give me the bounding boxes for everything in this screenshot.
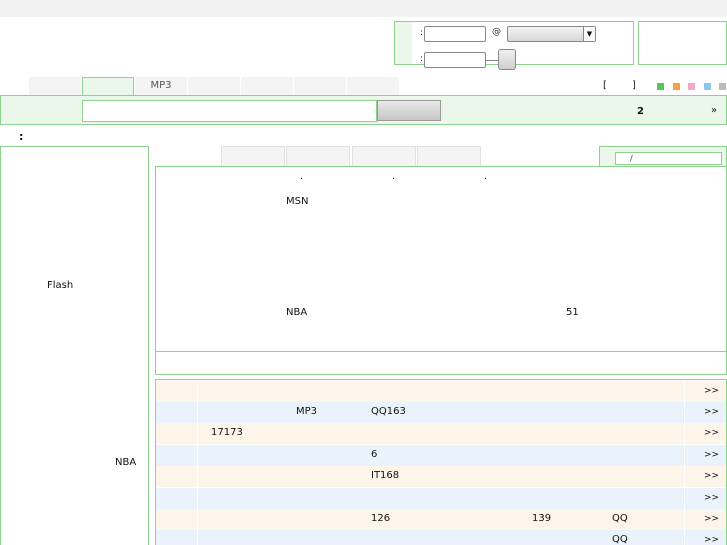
- more-link[interactable]: >>: [704, 450, 719, 460]
- tab-3[interactable]: [188, 77, 241, 95]
- row-link[interactable]: 139: [532, 513, 551, 524]
- search-bar: 2 »: [0, 95, 727, 125]
- more-link[interactable]: >>: [704, 407, 719, 417]
- login-panel: : @ ▼ :: [394, 21, 634, 70]
- row-category-cell: [156, 445, 198, 466]
- skin-bracket-close: ]: [632, 80, 636, 91]
- chevron-down-icon[interactable]: ▼: [583, 27, 595, 41]
- row-link[interactable]: QQ: [612, 534, 628, 545]
- next-link[interactable]: »: [711, 105, 717, 116]
- tab-mp3[interactable]: MP3: [135, 77, 188, 95]
- mail-domain-select[interactable]: ▼: [507, 26, 596, 42]
- news-dot-2: .: [392, 171, 396, 182]
- tab-4[interactable]: [241, 77, 294, 95]
- link-list: >> MP3 QQ163 >> 17173 >> 6 >> IT168 >> >> 126 139 QQ >…: [155, 379, 727, 545]
- connector-line: [486, 60, 498, 61]
- table-row: MP3 QQ163 >>: [156, 402, 726, 423]
- skin-swatch-green[interactable]: [657, 83, 664, 90]
- skin-bracket-open: [: [603, 80, 607, 91]
- table-row: 6 >>: [156, 445, 726, 466]
- table-row: IT168 >>: [156, 466, 726, 487]
- news-tab-3[interactable]: [417, 146, 481, 166]
- skin-swatch-gray[interactable]: [719, 83, 726, 90]
- skin-swatch-orange[interactable]: [673, 83, 680, 90]
- top-bar: [0, 0, 727, 17]
- row-link[interactable]: MP3: [296, 406, 317, 417]
- left-sidebar: [0, 146, 149, 545]
- more-link[interactable]: >>: [704, 514, 719, 524]
- at-sign: @: [492, 27, 501, 37]
- tab-0[interactable]: [29, 77, 82, 95]
- row-category-cell: [156, 381, 198, 402]
- row-category-cell: [156, 423, 198, 444]
- news-footer: [155, 351, 727, 375]
- news-dot-3: .: [484, 171, 488, 182]
- tab-1-active[interactable]: [82, 77, 134, 96]
- more-link[interactable]: >>: [704, 493, 719, 503]
- row-category-cell: [156, 488, 198, 509]
- row-category-cell: [156, 466, 198, 487]
- username-label: :: [420, 28, 424, 38]
- password-label: :: [420, 54, 424, 64]
- more-link[interactable]: >>: [704, 535, 719, 545]
- tab-6[interactable]: [347, 77, 400, 95]
- row-link[interactable]: QQ163: [371, 406, 406, 417]
- news-panel: [155, 166, 727, 352]
- search-button[interactable]: [377, 100, 441, 121]
- login-button[interactable]: [498, 49, 516, 70]
- news-tab-1[interactable]: [286, 146, 350, 166]
- news-link-nba[interactable]: NBA: [286, 307, 307, 318]
- more-link[interactable]: >>: [704, 428, 719, 438]
- sidebar-item-nba[interactable]: NBA: [115, 457, 136, 468]
- table-row: QQ >>: [156, 530, 726, 545]
- row-category-cell: [156, 530, 198, 545]
- password-input[interactable]: [424, 52, 486, 68]
- news-link-51[interactable]: 51: [566, 307, 579, 318]
- search-input[interactable]: [82, 100, 377, 122]
- news-tab-2[interactable]: [352, 146, 416, 166]
- row-link[interactable]: IT168: [371, 470, 399, 481]
- row-category-cell: [156, 402, 198, 423]
- side-info-box: [638, 21, 727, 65]
- more-link[interactable]: >>: [704, 471, 719, 481]
- row-link[interactable]: QQ: [612, 513, 628, 524]
- row-link[interactable]: 6: [371, 449, 377, 460]
- news-dot-1: .: [300, 171, 304, 182]
- news-search-input[interactable]: /: [615, 152, 722, 165]
- news-search-tab: /: [599, 146, 727, 166]
- section-label: :: [19, 130, 24, 143]
- news-link-msn[interactable]: MSN: [286, 196, 308, 207]
- login-panel-strip: [395, 22, 412, 64]
- page-number: 2: [637, 106, 644, 117]
- table-row: >>: [156, 381, 726, 402]
- table-row: 126 139 QQ >>: [156, 509, 726, 530]
- skin-swatch-pink[interactable]: [688, 83, 695, 90]
- sidebar-item-flash[interactable]: Flash: [47, 280, 73, 291]
- more-link[interactable]: >>: [704, 386, 719, 396]
- table-row: 17173 >>: [156, 423, 726, 444]
- tab-5[interactable]: [294, 77, 347, 95]
- row-link[interactable]: 17173: [211, 427, 243, 438]
- table-row: >>: [156, 488, 726, 509]
- row-link[interactable]: 126: [371, 513, 390, 524]
- news-tab-0[interactable]: [221, 146, 285, 166]
- row-category-cell: [156, 509, 198, 530]
- username-input[interactable]: [424, 26, 486, 42]
- skin-swatch-blue[interactable]: [704, 83, 711, 90]
